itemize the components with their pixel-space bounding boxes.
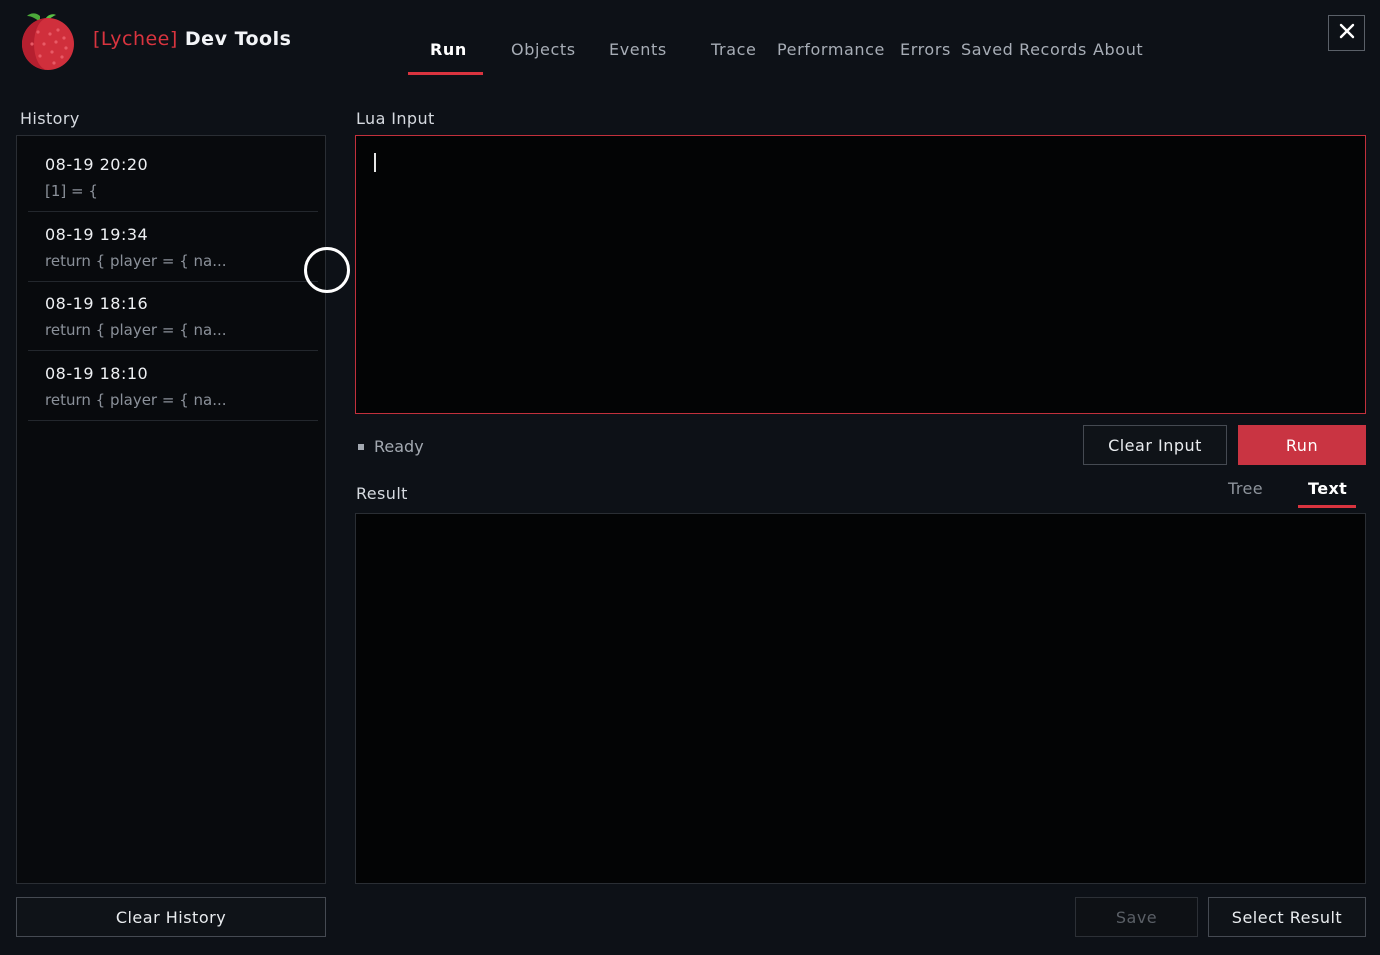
history-item-time: 08-19 18:10 — [45, 364, 149, 383]
history-label: History — [20, 109, 80, 128]
clear-history-button[interactable]: Clear History — [16, 897, 326, 937]
lychee-logo-icon — [18, 10, 78, 70]
lua-input-label: Lua Input — [356, 109, 435, 128]
status-dot-icon — [358, 443, 364, 450]
result-label: Result — [356, 484, 408, 503]
history-item-snippet: return { player = { na... — [45, 321, 227, 339]
tab-performance[interactable]: Performance — [777, 40, 885, 59]
close-icon — [1339, 23, 1355, 43]
history-item-time: 08-19 18:16 — [45, 294, 149, 313]
app-title-text: Dev Tools — [184, 28, 292, 50]
history-item[interactable]: 08-19 20:20 [1] = { — [28, 144, 318, 212]
run-button[interactable]: Run — [1238, 425, 1366, 465]
close-button[interactable] — [1328, 15, 1365, 51]
select-result-button[interactable]: Select Result — [1208, 897, 1366, 937]
save-button[interactable]: Save — [1075, 897, 1198, 937]
history-item[interactable]: 08-19 18:16 return { player = { na... — [28, 283, 318, 351]
app-title: [Lychee] Dev Tools — [93, 28, 291, 50]
history-item-snippet: return { player = { na... — [45, 391, 227, 409]
tab-events[interactable]: Events — [609, 40, 667, 59]
history-item[interactable]: 08-19 19:34 return { player = { na... — [28, 214, 318, 282]
history-list: 08-19 20:20 [1] = { 08-19 19:34 return {… — [16, 135, 326, 884]
history-item-time: 08-19 19:34 — [45, 225, 149, 244]
tab-saved-records[interactable]: Saved Records — [961, 40, 1087, 59]
status-text: Ready — [374, 437, 424, 456]
view-tab-tree[interactable]: Tree — [1228, 479, 1263, 498]
history-item-time: 08-19 20:20 — [45, 155, 149, 174]
active-tab-indicator — [408, 72, 483, 75]
tab-about[interactable]: About — [1093, 40, 1143, 59]
history-item-snippet: [1] = { — [45, 182, 98, 200]
tab-run[interactable]: Run — [430, 40, 467, 59]
status-indicator: Ready — [358, 437, 424, 456]
tab-objects[interactable]: Objects — [511, 40, 576, 59]
result-output[interactable] — [355, 513, 1366, 884]
lua-input-editor[interactable] — [355, 135, 1366, 414]
tab-errors[interactable]: Errors — [900, 40, 951, 59]
active-view-indicator — [1298, 505, 1356, 508]
mouse-cursor-ring — [304, 247, 350, 293]
clear-input-button[interactable]: Clear Input — [1083, 425, 1227, 465]
history-item[interactable]: 08-19 18:10 return { player = { na... — [28, 353, 318, 421]
history-item-snippet: return { player = { na... — [45, 252, 227, 270]
tab-trace[interactable]: Trace — [711, 40, 756, 59]
app-brand: [Lychee] — [93, 28, 178, 50]
text-caret — [374, 153, 376, 172]
view-tab-text[interactable]: Text — [1308, 479, 1347, 498]
